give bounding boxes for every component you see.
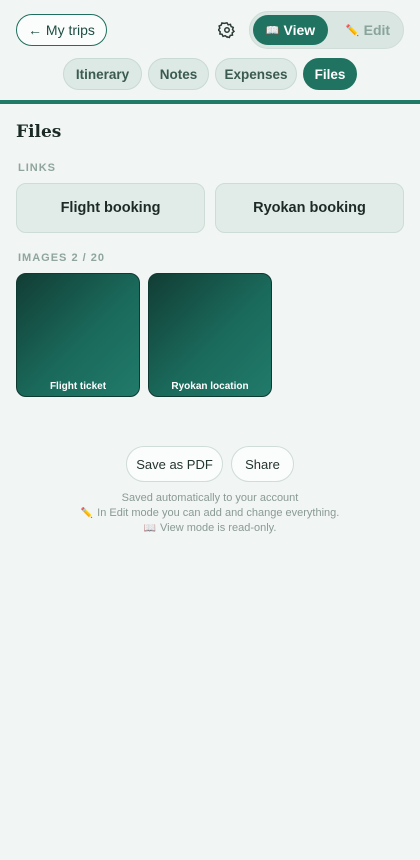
autosave-note: Saved automatically to your account [0,492,420,504]
edit-mode-button[interactable]: ✏️ Edit [338,15,398,45]
link-label: Ryokan booking [253,200,366,216]
tab-bar: Itinerary Notes Expenses Files [0,58,420,90]
my-trips-button[interactable]: ← My trips [16,14,107,46]
tab-expenses[interactable]: Expenses [215,58,297,90]
tab-label: Expenses [224,66,288,82]
view-mode-label: View [283,22,316,38]
pencil-icon: ✏️ [80,507,94,519]
mode-toggle: 📖 View ✏️ Edit [249,11,404,49]
image-caption: Ryokan location [171,381,249,392]
tab-label: Notes [159,66,198,82]
link-ryokan-booking[interactable]: Ryokan booking [215,183,404,233]
image-tile-ryokan-location[interactable]: Ryokan location [148,273,272,397]
book-icon: 📖 [265,24,280,37]
link-label: Flight booking [60,200,161,216]
link-flight-booking[interactable]: Flight booking [16,183,205,233]
note-text: In Edit mode you can add and change ever… [97,507,340,519]
view-mode-note: 📖 View mode is read-only. [0,522,420,534]
save-as-pdf-label: Save as PDF [136,456,213,472]
tab-label: Files [314,66,346,82]
book-icon: 📖 [143,522,157,534]
tab-files[interactable]: Files [303,58,357,90]
gear-icon[interactable] [216,19,238,41]
back-label: ← My trips [28,22,95,38]
tab-label: Itinerary [75,66,130,82]
edit-mode-label: Edit [363,22,391,38]
share-label: Share [245,456,280,472]
share-button[interactable]: Share [231,446,294,482]
save-as-pdf-button[interactable]: Save as PDF [126,446,223,482]
note-text: Saved automatically to your account [121,492,299,504]
images-label: IMAGES 2 / 20 [18,252,105,264]
view-mode-button[interactable]: 📖 View [253,15,328,45]
page-title: Files [16,122,62,142]
tab-notes[interactable]: Notes [148,58,209,90]
tab-itinerary[interactable]: Itinerary [63,58,142,90]
edit-mode-note: ✏️ In Edit mode you can add and change e… [0,507,420,519]
note-text: View mode is read-only. [160,522,277,534]
image-caption: Flight ticket [49,381,107,392]
image-tile-flight-ticket[interactable]: Flight ticket [16,273,140,397]
top-bar: ← My trips 📖 View ✏️ Edit Itinerary Note… [0,0,420,104]
pencil-icon: ✏️ [345,24,360,37]
links-label: LINKS [18,162,56,174]
